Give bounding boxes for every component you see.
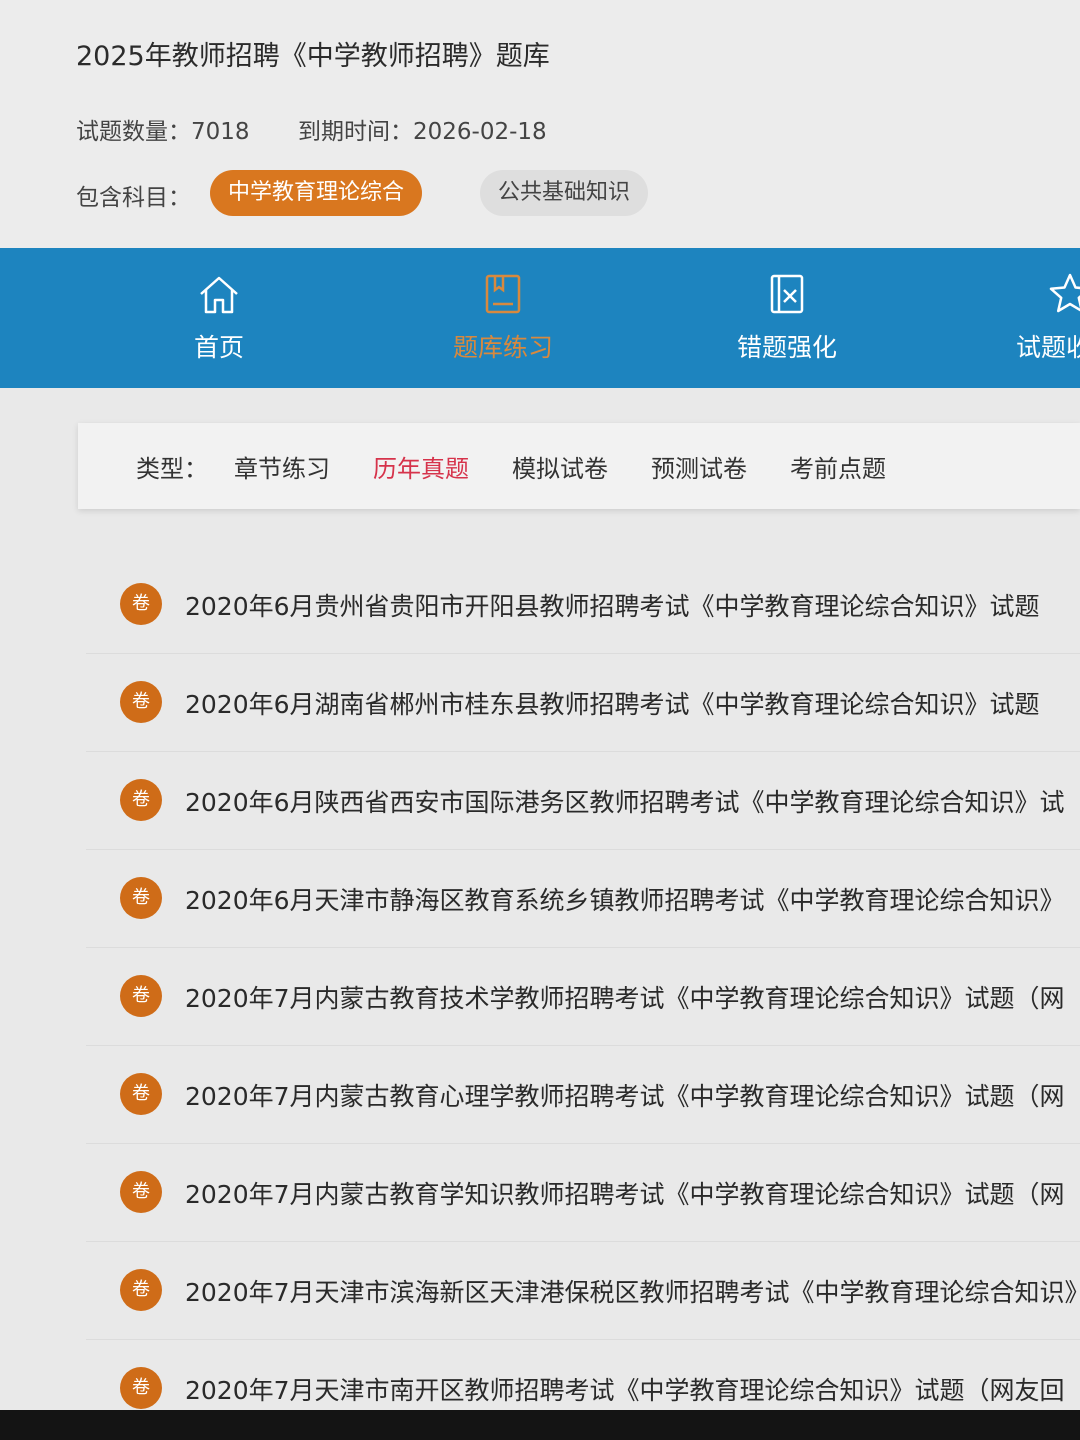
paper-badge-icon: 卷 [120, 1073, 162, 1115]
main-nav: 首页 题库练习 错题强化 试题收 [0, 248, 1080, 388]
nav-item-home[interactable]: 首页 [114, 248, 324, 388]
list-item[interactable]: 卷 2020年6月天津市静海区教育系统乡镇教师招聘考试《中学教育理论综合知识》 [86, 849, 1080, 948]
paper-badge-icon: 卷 [120, 975, 162, 1017]
list-item[interactable]: 卷 2020年7月内蒙古教育学知识教师招聘考试《中学教育理论综合知识》试题（网 [86, 1143, 1080, 1242]
list-item[interactable]: 卷 2020年6月陕西省西安市国际港务区教师招聘考试《中学教育理论综合知识》试 [86, 751, 1080, 850]
type-filter-bar: 类型： 章节练习 历年真题 模拟试卷 预测试卷 考前点题 [78, 423, 1080, 509]
exam-title: 2020年7月天津市南开区教师招聘考试《中学教育理论综合知识》试题（网友回 [185, 1371, 1065, 1407]
nav-item-wrong-questions[interactable]: 错题强化 [682, 248, 892, 388]
list-item[interactable]: 卷 2020年7月天津市南开区教师招聘考试《中学教育理论综合知识》试题（网友回 [86, 1339, 1080, 1415]
tab-mock-papers[interactable]: 模拟试卷 [512, 449, 608, 484]
paper-badge-icon: 卷 [120, 1367, 162, 1409]
exam-title: 2020年6月贵州省贵阳市开阳县教师招聘考试《中学教育理论综合知识》试题 [185, 587, 1040, 623]
paper-badge-icon: 卷 [120, 1269, 162, 1311]
paper-badge-icon: 卷 [120, 1171, 162, 1213]
exam-title: 2020年7月内蒙古教育学知识教师招聘考试《中学教育理论综合知识》试题（网 [185, 1175, 1065, 1211]
tab-chapter-practice[interactable]: 章节练习 [234, 449, 330, 484]
exam-title: 2020年7月内蒙古教育技术学教师招聘考试《中学教育理论综合知识》试题（网 [185, 979, 1065, 1015]
exam-title: 2020年6月湖南省郴州市桂东县教师招聘考试《中学教育理论综合知识》试题 [185, 685, 1040, 721]
nav-label-favorites: 试题收 [1016, 328, 1080, 364]
paper-badge-icon: 卷 [120, 681, 162, 723]
subjects-label: 包含科目： [76, 178, 191, 212]
exam-list: 卷 2020年6月贵州省贵阳市开阳县教师招聘考试《中学教育理论综合知识》试题 卷… [0, 555, 1080, 1415]
paper-badge-icon: 卷 [120, 877, 162, 919]
subject-chip-middle-school-theory[interactable]: 中学教育理论综合 [210, 170, 422, 216]
nav-label-practice: 题库练习 [398, 328, 608, 364]
book-icon [479, 270, 527, 318]
tab-past-exams[interactable]: 历年真题 [373, 449, 469, 484]
nav-item-favorites[interactable]: 试题收 [966, 248, 1080, 388]
expiry-date: 到期时间：2026-02-18 [298, 112, 547, 146]
screen-bottom-bezel [0, 1410, 1080, 1440]
exam-title: 2020年7月内蒙古教育心理学教师招聘考试《中学教育理论综合知识》试题（网 [185, 1077, 1065, 1113]
exam-title: 2020年6月天津市静海区教育系统乡镇教师招聘考试《中学教育理论综合知识》 [185, 881, 1065, 917]
tab-predicted-papers[interactable]: 预测试卷 [651, 449, 747, 484]
home-icon [195, 270, 243, 318]
type-filter-label: 类型： [136, 449, 208, 484]
wrong-question-icon [763, 270, 811, 318]
header: 2025年教师招聘《中学教师招聘》题库 试题数量：7018 到期时间：2026-… [0, 0, 1080, 248]
paper-badge-icon: 卷 [120, 779, 162, 821]
nav-label-wrong-questions: 错题强化 [682, 328, 892, 364]
question-count: 试题数量：7018 [76, 112, 250, 146]
subject-chip-public-basics[interactable]: 公共基础知识 [480, 170, 648, 216]
paper-badge-icon: 卷 [120, 583, 162, 625]
list-item[interactable]: 卷 2020年7月内蒙古教育技术学教师招聘考试《中学教育理论综合知识》试题（网 [86, 947, 1080, 1046]
exam-title: 2020年6月陕西省西安市国际港务区教师招聘考试《中学教育理论综合知识》试 [185, 783, 1065, 819]
exam-title: 2020年7月天津市滨海新区天津港保税区教师招聘考试《中学教育理论综合知识》 [185, 1273, 1080, 1309]
nav-item-practice[interactable]: 题库练习 [398, 248, 608, 388]
list-item[interactable]: 卷 2020年6月贵州省贵阳市开阳县教师招聘考试《中学教育理论综合知识》试题 [86, 555, 1080, 654]
list-item[interactable]: 卷 2020年7月内蒙古教育心理学教师招聘考试《中学教育理论综合知识》试题（网 [86, 1045, 1080, 1144]
nav-label-home: 首页 [114, 328, 324, 364]
star-icon [1046, 270, 1080, 318]
list-item[interactable]: 卷 2020年6月湖南省郴州市桂东县教师招聘考试《中学教育理论综合知识》试题 [86, 653, 1080, 752]
page-title: 2025年教师招聘《中学教师招聘》题库 [76, 34, 550, 73]
tab-pre-exam-tips[interactable]: 考前点题 [790, 449, 886, 484]
list-item[interactable]: 卷 2020年7月天津市滨海新区天津港保税区教师招聘考试《中学教育理论综合知识》 [86, 1241, 1080, 1340]
